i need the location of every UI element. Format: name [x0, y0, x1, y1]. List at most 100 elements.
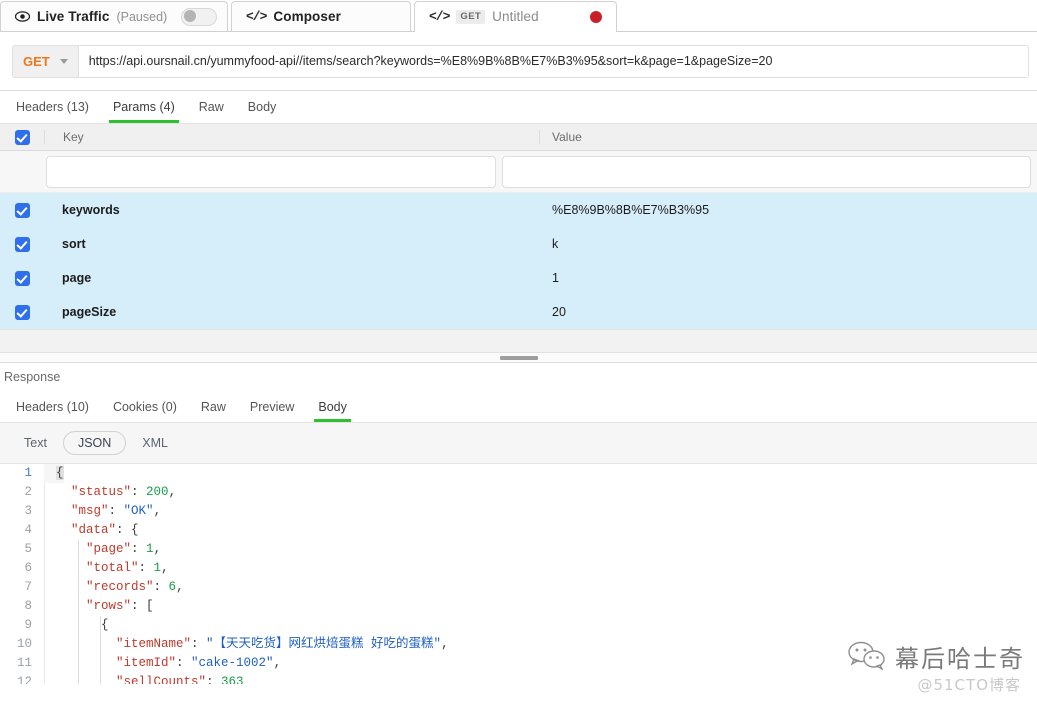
code-line: 3 "msg": "OK",: [0, 502, 1037, 521]
table-row[interactable]: keywords %E8%9B%8B%E7%B3%95: [0, 193, 1037, 227]
row-enable-checkbox[interactable]: [14, 270, 30, 286]
tab-live-traffic-status: (Paused): [116, 9, 168, 24]
line-number: 8: [24, 599, 32, 613]
tab-response-cookies[interactable]: Cookies (0): [101, 391, 189, 422]
new-param-value-cell: [496, 155, 1037, 188]
new-param-key-cell: [0, 155, 496, 188]
tab-method-badge: GET: [456, 9, 486, 24]
tab-response-raw[interactable]: Raw: [189, 391, 238, 422]
table-row[interactable]: page 1: [0, 261, 1037, 295]
code-icon: </>: [246, 9, 267, 24]
new-param-value-input[interactable]: [502, 155, 1031, 188]
tab-response-preview[interactable]: Preview: [238, 391, 306, 422]
line-text: "status": 200,: [71, 485, 177, 499]
url-input[interactable]: https://api.oursnail.cn/yummyfood-api//i…: [77, 44, 1029, 78]
row-enable-checkbox[interactable]: [14, 236, 30, 252]
live-traffic-toggle[interactable]: [181, 7, 217, 26]
tab-request-headers[interactable]: Headers (13): [4, 91, 101, 123]
line-number: 2: [24, 485, 32, 499]
select-all-checkbox[interactable]: [14, 129, 30, 145]
table-row[interactable]: sort k: [0, 227, 1037, 261]
response-title: Response: [0, 363, 1037, 391]
new-param-key-input[interactable]: [46, 155, 496, 188]
line-text: "rows": [: [86, 599, 154, 613]
row-checkbox-cell[interactable]: [0, 270, 44, 286]
format-json-button[interactable]: JSON: [62, 431, 127, 455]
line-number: 4: [24, 523, 32, 537]
param-value: 1: [552, 271, 559, 285]
code-line: 9 {: [0, 616, 1037, 635]
line-text: "itemId": "cake-1002",: [116, 656, 282, 670]
pane-splitter[interactable]: [0, 352, 1037, 363]
line-text: "page": 1,: [86, 542, 162, 556]
code-icon: </>: [429, 9, 450, 24]
line-text: {: [101, 618, 109, 632]
column-header-key: Key: [44, 130, 540, 144]
request-url-bar: GET https://api.oursnail.cn/yummyfood-ap…: [0, 32, 1037, 91]
code-line: 11 "itemId": "cake-1002",: [0, 654, 1037, 673]
tab-composer-label: Composer: [273, 9, 341, 24]
format-text-button[interactable]: Text: [12, 431, 59, 455]
tab-request-body[interactable]: Body: [236, 91, 289, 123]
param-key: sort: [62, 237, 86, 251]
line-number: 6: [24, 561, 32, 575]
tab-response-body[interactable]: Body: [306, 391, 359, 422]
request-tabs: Headers (13) Params (4) Raw Body: [0, 91, 1037, 124]
line-number: 12: [16, 675, 32, 684]
code-line: 4 "data": {: [0, 521, 1037, 540]
select-all-cell[interactable]: [0, 129, 44, 145]
row-checkbox-cell[interactable]: [0, 202, 44, 218]
row-checkbox-cell[interactable]: [0, 304, 44, 320]
line-text: "sellCounts": 363: [116, 675, 244, 684]
code-line: 1 {: [0, 464, 1037, 483]
code-line: 2 "status": 200,: [0, 483, 1037, 502]
eye-icon: [15, 11, 30, 22]
code-line: 12 "sellCounts": 363: [0, 673, 1037, 684]
line-text: "total": 1,: [86, 561, 169, 575]
line-text: "itemName": "【天天吃货】网红烘焙蛋糕 好吃的蛋糕",: [116, 637, 449, 651]
line-number: 10: [16, 637, 32, 651]
tab-request-untitled[interactable]: </> GET Untitled: [414, 1, 617, 32]
line-number: 3: [24, 504, 32, 518]
tab-request-raw[interactable]: Raw: [187, 91, 236, 123]
splitter-grip[interactable]: [499, 356, 538, 360]
line-text: {: [44, 464, 64, 483]
line-text: "msg": "OK",: [71, 504, 162, 518]
tab-live-traffic[interactable]: Live Traffic (Paused): [0, 1, 228, 31]
column-header-value: Value: [539, 130, 1037, 144]
tab-response-headers[interactable]: Headers (10): [4, 391, 101, 422]
code-line: 8 "rows": [: [0, 597, 1037, 616]
params-table-header: Key Value: [0, 124, 1037, 151]
response-body-viewer[interactable]: 1 { 2 "status": 200, 3 "msg": "OK", 4 "d…: [0, 464, 1037, 684]
row-checkbox-cell[interactable]: [0, 236, 44, 252]
params-table-filler: [0, 329, 1037, 352]
response-format-bar: Text JSON XML: [0, 423, 1037, 464]
response-tabs: Headers (10) Cookies (0) Raw Preview Bod…: [0, 391, 1037, 423]
row-enable-checkbox[interactable]: [14, 202, 30, 218]
code-line: 10 "itemName": "【天天吃货】网红烘焙蛋糕 好吃的蛋糕",: [0, 635, 1037, 654]
param-key: page: [62, 271, 92, 285]
param-value: k: [552, 237, 559, 251]
code-line: 6 "total": 1,: [0, 559, 1037, 578]
tab-composer[interactable]: </> Composer: [231, 1, 411, 31]
line-number: 1: [24, 466, 32, 480]
http-method-label: GET: [23, 53, 50, 69]
format-xml-button[interactable]: XML: [130, 431, 180, 455]
line-number: 11: [16, 656, 32, 670]
params-new-row: [0, 151, 1037, 193]
window-tabstrip: Live Traffic (Paused) </> Composer </> G…: [0, 0, 1037, 32]
tab-request-params[interactable]: Params (4): [101, 91, 187, 123]
tab-request-label: Untitled: [492, 9, 539, 24]
toggle-knob: [184, 10, 196, 22]
chevron-down-icon: [59, 58, 68, 64]
code-line: 5 "page": 1,: [0, 540, 1037, 559]
record-dot-icon[interactable]: [590, 10, 602, 23]
table-row[interactable]: pageSize 20: [0, 295, 1037, 329]
param-key: keywords: [62, 203, 120, 217]
line-text: "records": 6,: [86, 580, 184, 594]
row-enable-checkbox[interactable]: [14, 304, 30, 320]
param-value: 20: [552, 305, 566, 319]
http-method-dropdown[interactable]: GET: [12, 44, 78, 78]
code-line: 7 "records": 6,: [0, 578, 1037, 597]
param-key: pageSize: [62, 305, 117, 319]
